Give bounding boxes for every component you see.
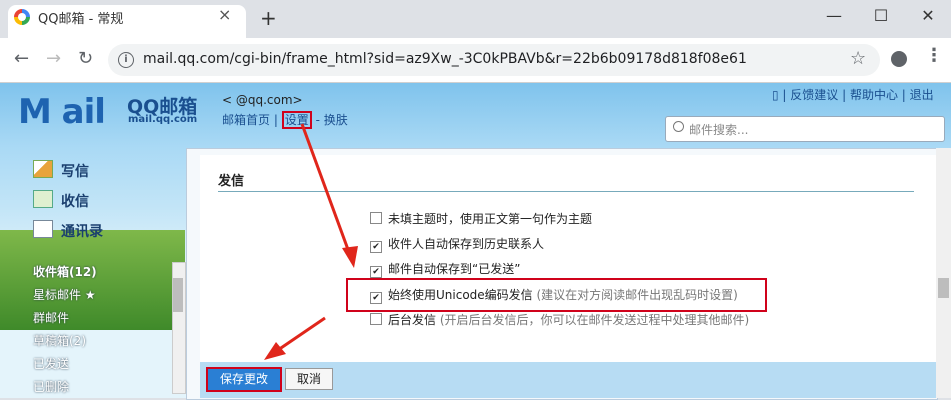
arrow-head xyxy=(342,246,358,268)
arrow-to-option xyxy=(300,123,352,256)
arrow-head xyxy=(264,342,286,360)
annotation-arrows xyxy=(264,123,358,360)
arrow-to-save xyxy=(277,316,326,352)
